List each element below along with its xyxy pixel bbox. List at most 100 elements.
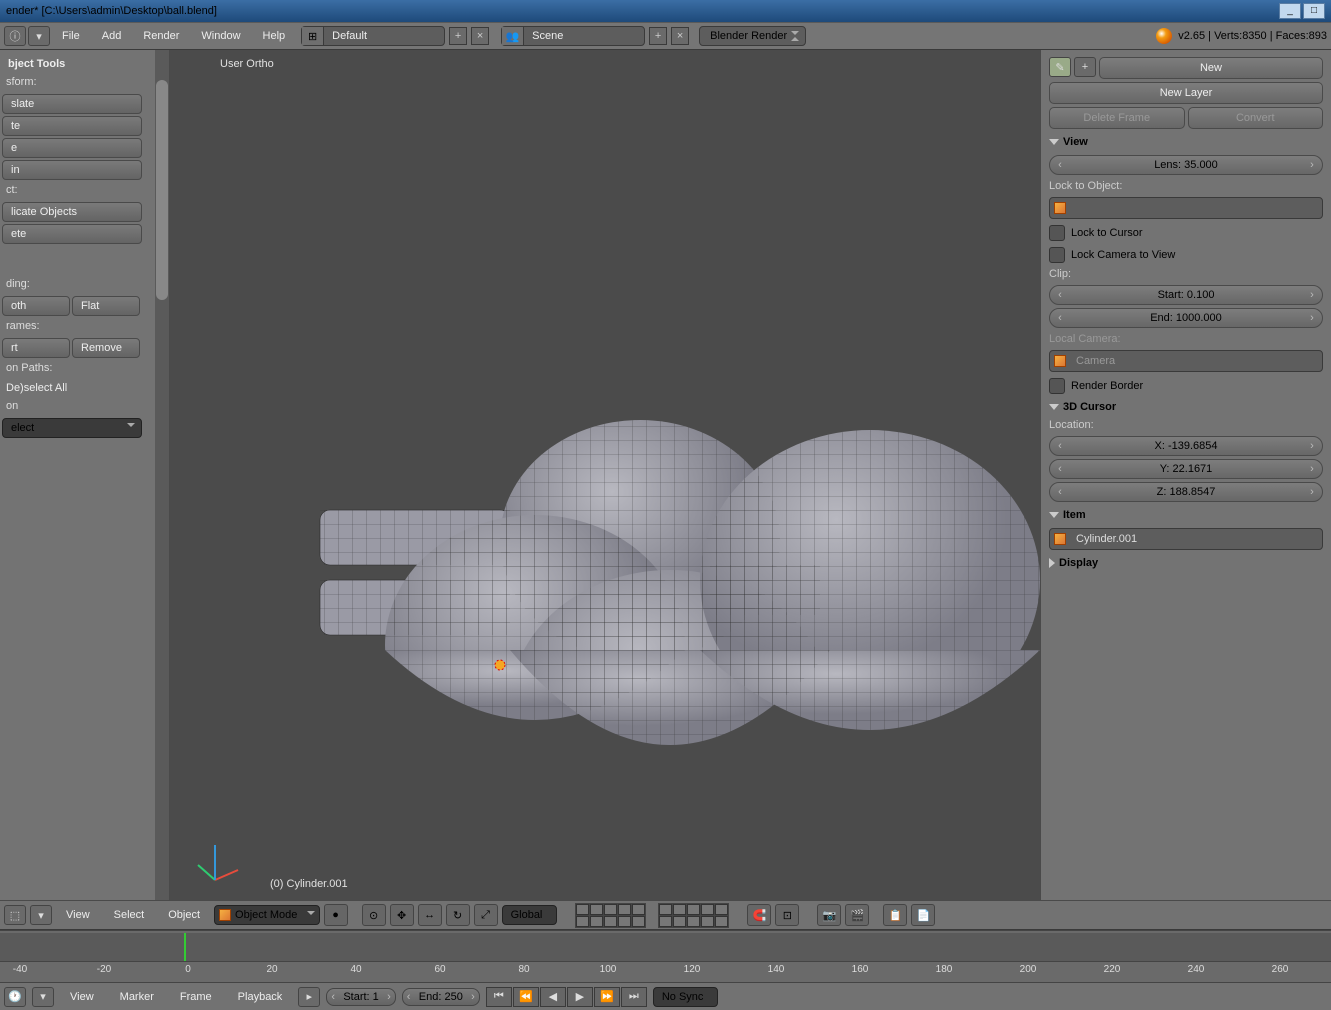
layer-buttons[interactable] (575, 903, 646, 928)
remove-keyframe-button[interactable]: Remove (72, 338, 140, 358)
duplicate-button[interactable]: licate Objects (2, 202, 142, 222)
translate-manip-icon[interactable]: ↔ (418, 904, 442, 926)
layout-selector[interactable]: ⊞ Default (301, 26, 445, 46)
convert-button[interactable]: Convert (1188, 107, 1324, 129)
pivot-icon[interactable]: ⊙ (362, 904, 386, 926)
local-camera-label: Local Camera: (1049, 331, 1323, 347)
timeline-frame-menu[interactable]: Frame (170, 987, 222, 1007)
view-panel-header[interactable]: View (1049, 132, 1323, 152)
lock-cursor-checkbox[interactable]: Lock to Cursor (1049, 222, 1323, 244)
cursor-z-field[interactable]: ‹Z: 188.8547› (1049, 482, 1323, 502)
cursor-x-field[interactable]: ‹X: -139.6854› (1049, 436, 1323, 456)
chevron-right-icon[interactable]: ▸ (298, 987, 320, 1007)
snap-icon[interactable]: 🧲 (747, 904, 771, 926)
editor-type-icon[interactable]: ⓘ (4, 26, 26, 46)
motion-paths-label: on Paths: (2, 360, 167, 378)
timeline-marker-menu[interactable]: Marker (110, 987, 164, 1007)
local-camera-field[interactable]: Camera (1049, 350, 1323, 372)
deselect-all-label: De)select All (2, 378, 167, 398)
translate-button[interactable]: slate (2, 94, 142, 114)
display-panel-header[interactable]: Display (1049, 553, 1323, 573)
scene-browse-icon[interactable]: 👥 (502, 27, 524, 45)
view-menu[interactable]: View (56, 905, 100, 925)
frame-end-field[interactable]: ‹End: 250› (402, 988, 480, 1006)
menu-render[interactable]: Render (133, 26, 189, 46)
lock-object-label: Lock to Object: (1049, 178, 1323, 194)
tool-shelf-title: bject Tools (2, 54, 167, 74)
sync-mode-select[interactable]: No Sync (653, 987, 719, 1007)
toolshelf-scrollbar[interactable] (155, 50, 169, 900)
jump-end-icon[interactable]: ⏭ (621, 987, 647, 1007)
remove-layout-icon[interactable]: × (471, 27, 489, 45)
add-layout-icon[interactable]: + (449, 27, 467, 45)
object-menu[interactable]: Object (158, 905, 210, 925)
menu-help[interactable]: Help (253, 26, 296, 46)
chevron-down-icon[interactable]: ▾ (32, 987, 54, 1007)
clapperboard-icon[interactable]: 🎬 (845, 904, 869, 926)
clip-end-field[interactable]: ‹End: 1000.000› (1049, 308, 1323, 328)
render-border-checkbox[interactable]: Render Border (1049, 375, 1323, 397)
scale-button[interactable]: e (2, 138, 142, 158)
origin-button[interactable]: in (2, 160, 142, 180)
new-button[interactable]: New (1099, 57, 1323, 79)
paste-icon[interactable]: 📄 (911, 904, 935, 926)
pencil-icon[interactable]: ✎ (1049, 57, 1071, 77)
menu-window[interactable]: Window (191, 26, 250, 46)
jump-start-icon[interactable]: ⏮ (486, 987, 512, 1007)
menu-add[interactable]: Add (92, 26, 132, 46)
clip-start-field[interactable]: ‹Start: 0.100› (1049, 285, 1323, 305)
render-engine-select[interactable]: Blender Render (699, 26, 806, 46)
item-name-field[interactable]: Cylinder.001 (1049, 528, 1323, 550)
copy-icon[interactable]: 📋 (883, 904, 907, 926)
snap-target-icon[interactable]: ⊡ (775, 904, 799, 926)
add-scene-icon[interactable]: + (649, 27, 667, 45)
frame-start-field[interactable]: ‹Start: 1› (326, 988, 395, 1006)
shading-sphere-icon[interactable]: ● (324, 904, 348, 926)
next-key-icon[interactable]: ⏩ (594, 987, 620, 1007)
orientation-select[interactable]: Global (502, 905, 558, 925)
timeline-playback-menu[interactable]: Playback (228, 987, 293, 1007)
delete-button[interactable]: ete (2, 224, 142, 244)
layout-name: Default (324, 30, 444, 42)
mode-selector[interactable]: Object Mode (214, 905, 320, 925)
chevron-down-icon[interactable]: ▾ (28, 26, 50, 46)
select-menu[interactable]: Select (104, 905, 155, 925)
timeline-editor-icon[interactable]: 🕐 (4, 987, 26, 1007)
insert-keyframe-button[interactable]: rt (2, 338, 70, 358)
timeline[interactable]: -40-200204060801001201401601802002202402… (0, 930, 1331, 982)
timeline-view-menu[interactable]: View (60, 987, 104, 1007)
item-panel-header[interactable]: Item (1049, 505, 1323, 525)
play-icon[interactable]: ▶ (567, 987, 593, 1007)
timeline-track[interactable] (0, 933, 1331, 961)
playhead[interactable] (184, 933, 186, 961)
scene-selector[interactable]: 👥 Scene (501, 26, 645, 46)
add-icon[interactable]: + (1074, 57, 1096, 77)
maximize-icon[interactable]: □ (1303, 3, 1325, 19)
region-select[interactable]: elect (2, 418, 142, 438)
cursor-panel-header[interactable]: 3D Cursor (1049, 397, 1323, 417)
layout-browse-icon[interactable]: ⊞ (302, 27, 324, 45)
new-layer-button[interactable]: New Layer (1049, 82, 1323, 104)
rotate-button[interactable]: te (2, 116, 142, 136)
prev-key-icon[interactable]: ⏪ (513, 987, 539, 1007)
minimize-icon[interactable]: _ (1279, 3, 1301, 19)
lock-camera-checkbox[interactable]: Lock Camera to View (1049, 244, 1323, 266)
region-label: on (2, 398, 167, 416)
delete-frame-button[interactable]: Delete Frame (1049, 107, 1185, 129)
editor-type-icon[interactable]: ⬚ (4, 905, 26, 925)
render-preview-icon[interactable]: 📷 (817, 904, 841, 926)
menu-file[interactable]: File (52, 26, 90, 46)
layer-buttons-2[interactable] (658, 903, 729, 928)
scale-manip-icon[interactable]: ⤢ (474, 904, 498, 926)
manipulator-icon[interactable]: ✥ (390, 904, 414, 926)
lens-field[interactable]: ‹Lens: 35.000› (1049, 155, 1323, 175)
3d-viewport[interactable]: User Ortho (170, 50, 1041, 900)
cursor-y-field[interactable]: ‹Y: 22.1671› (1049, 459, 1323, 479)
remove-scene-icon[interactable]: × (671, 27, 689, 45)
lock-object-field[interactable] (1049, 197, 1323, 219)
rotate-manip-icon[interactable]: ↻ (446, 904, 470, 926)
flat-button[interactable]: Flat (72, 296, 140, 316)
chevron-down-icon[interactable]: ▾ (30, 905, 52, 925)
smooth-button[interactable]: oth (2, 296, 70, 316)
play-reverse-icon[interactable]: ◀ (540, 987, 566, 1007)
